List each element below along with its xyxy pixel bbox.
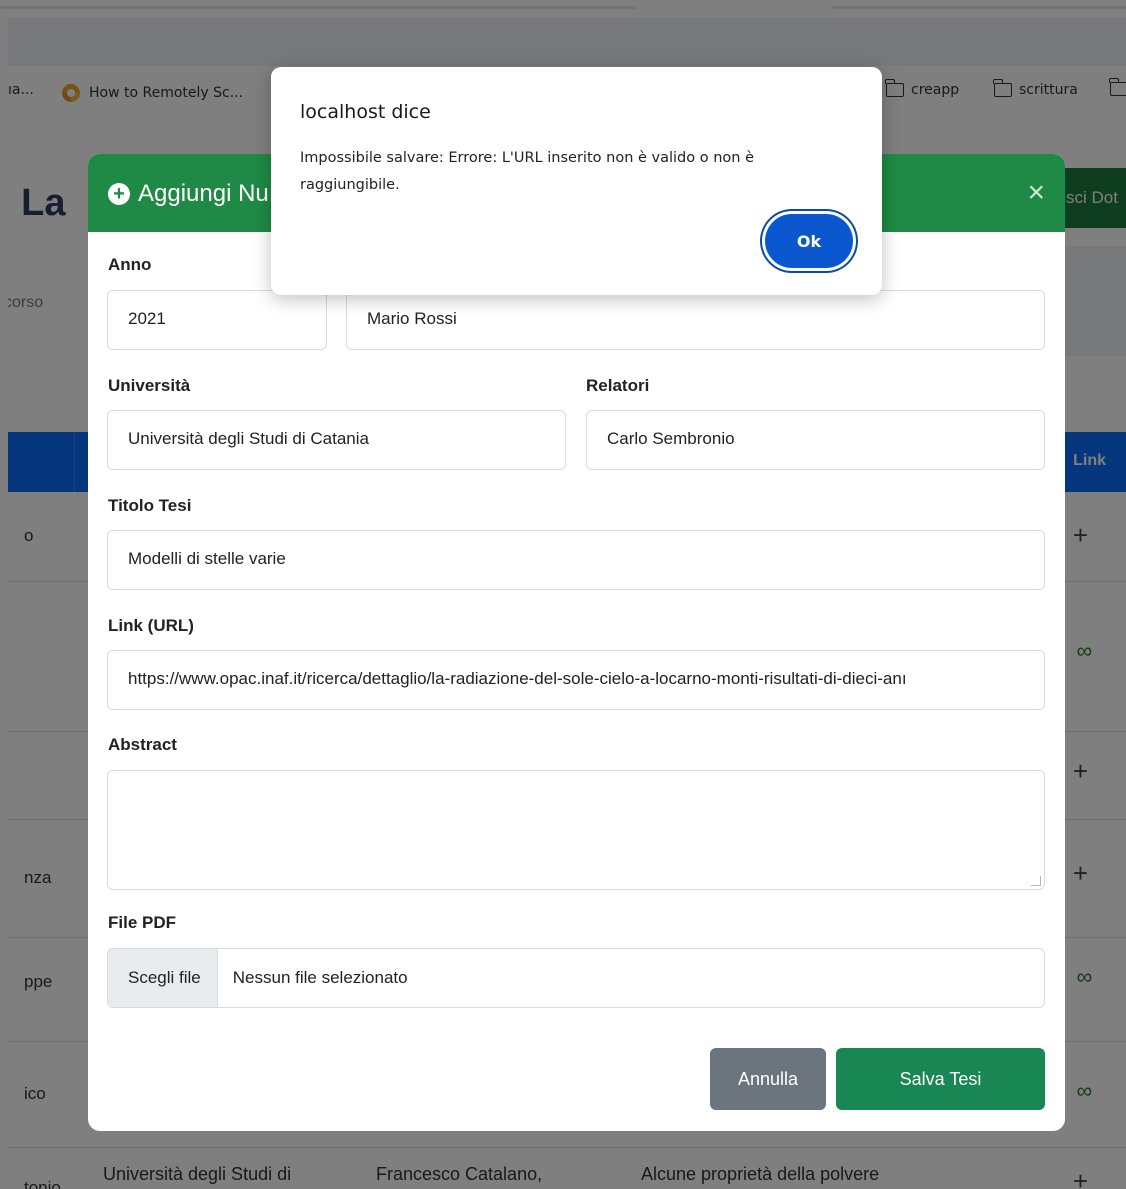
abstract-textarea[interactable] [107,770,1045,890]
titolo-label: Titolo Tesi [108,496,192,515]
relatori-label: Relatori [586,376,650,395]
alert-title: localhost dice [300,101,431,123]
universita-label: Università [108,376,191,395]
close-icon[interactable]: × [1027,176,1045,210]
ok-button[interactable]: Ok [765,214,853,268]
choose-file-button[interactable]: Scegli file [108,949,218,1007]
cancel-button[interactable]: Annulla [710,1048,826,1110]
resize-grip-icon[interactable] [1031,876,1041,886]
anno-input[interactable]: 2021 [107,290,327,350]
alert-message: Impossibile salvare: Errore: L'URL inser… [300,150,754,193]
link-label: Link (URL) [108,616,194,635]
pdf-label: File PDF [108,913,177,932]
file-status: Nessun file selezionato [232,968,408,987]
modal-title-text: Aggiungi Nu [138,180,269,207]
abstract-label: Abstract [108,735,177,754]
add-thesis-modal: + Aggiungi Nu × Anno 2021 Mario Rossi Un… [88,154,1065,1131]
plus-circle-icon: + [108,183,130,205]
alert-dialog: localhost dice Impossibile salvare: Erro… [271,67,882,295]
save-thesis-button[interactable]: Salva Tesi [836,1048,1045,1110]
titolo-input[interactable]: Modelli di stelle varie [107,530,1045,590]
universita-input[interactable]: Università degli Studi di Catania [107,410,566,470]
anno-label: Anno [108,255,152,274]
link-url-input[interactable]: https://www.opac.inaf.it/ricerca/dettagl… [107,650,1045,710]
modal-title: + Aggiungi Nu [108,180,269,208]
autore-input[interactable]: Mario Rossi [346,290,1045,350]
pdf-file-input[interactable]: Scegli file Nessun file selezionato [107,948,1045,1008]
relatori-input[interactable]: Carlo Sembronio [586,410,1045,470]
